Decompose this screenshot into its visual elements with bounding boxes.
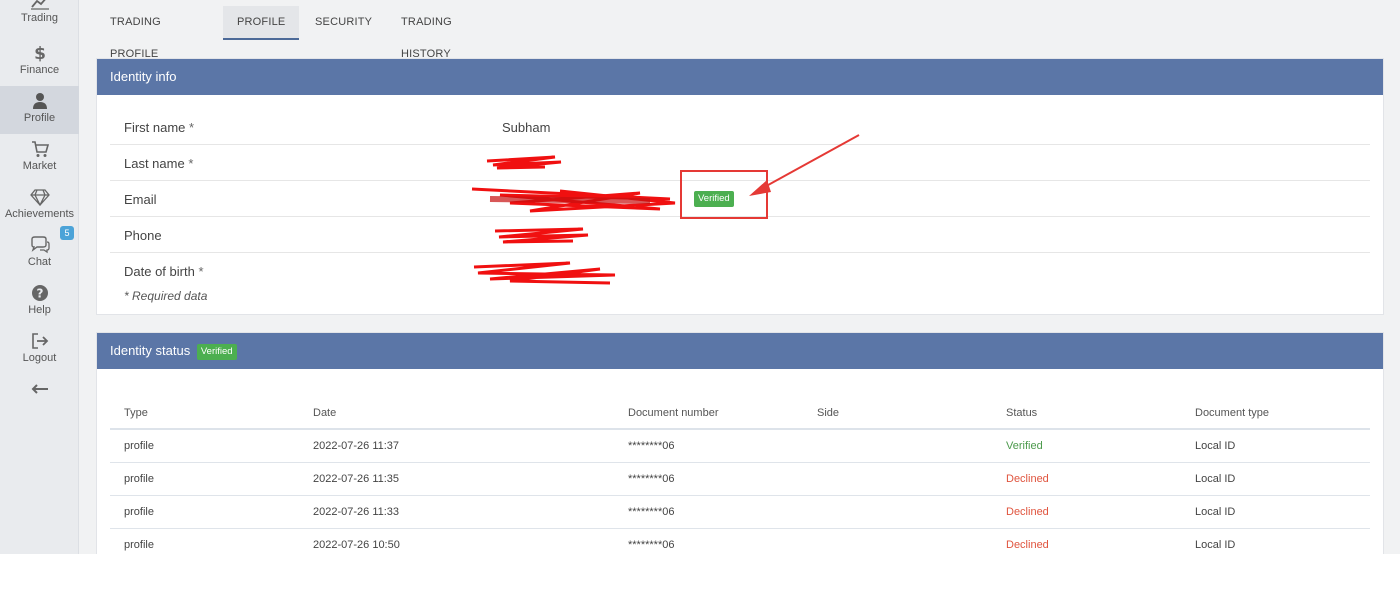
redaction-scribble <box>473 261 616 285</box>
sidebar-collapse-button[interactable] <box>0 378 79 402</box>
tab-profile[interactable]: PROFILE <box>223 6 300 40</box>
cell-date: 2022-07-26 11:37 <box>299 429 614 463</box>
required-marker: * <box>188 156 194 171</box>
svg-text:$: $ <box>34 44 46 62</box>
column-header: Document type <box>1181 397 1370 430</box>
dollar-icon: $ <box>34 44 46 62</box>
cell-type: profile <box>110 528 299 554</box>
table-row: profile 2022-07-26 11:35 ********06 Decl… <box>110 462 1370 496</box>
date-of-birth-label: Date of birth <box>124 264 195 279</box>
help-icon: ? <box>31 285 48 301</box>
sidebar-item-label: Logout <box>22 352 57 364</box>
required-data-note: * Required data <box>124 289 208 303</box>
cell-side <box>803 429 992 463</box>
identity-status-panel: Identity status Verified Type Date Docum… <box>96 332 1384 554</box>
cell-type: profile <box>110 495 299 529</box>
chat-icon <box>30 236 50 254</box>
redaction-scribble <box>486 155 562 170</box>
required-marker: * <box>198 264 204 279</box>
identity-info-title: Identity info <box>110 69 177 84</box>
cell-document-number: ********06 <box>614 495 803 529</box>
identity-status-header: Identity status Verified <box>97 333 1383 369</box>
column-header: Document number <box>614 397 803 430</box>
cell-document-type: Local ID <box>1181 462 1370 496</box>
arrow-left-icon <box>31 384 48 394</box>
sidebar-item-label: Market <box>22 160 57 172</box>
first-name-value: Subham <box>502 120 551 135</box>
table-row: profile 2022-07-26 11:33 ********06 Decl… <box>110 495 1370 529</box>
cell-status: Declined <box>992 462 1181 496</box>
cell-document-number: ********06 <box>614 462 803 496</box>
column-header: Status <box>992 397 1181 430</box>
table-row: profile 2022-07-26 11:37 ********06 Veri… <box>110 429 1370 463</box>
sidebar-item-market[interactable]: Market <box>0 134 79 182</box>
identity-status-badge: Verified <box>196 343 237 360</box>
sidebar-item-finance[interactable]: $ Finance <box>0 38 79 86</box>
user-icon <box>32 93 47 109</box>
info-row-date-of-birth: Date of birth * * Required data <box>110 253 1370 311</box>
sidebar-item-profile[interactable]: Profile <box>0 86 79 134</box>
identity-status-table: Type Date Document number Side Status Do… <box>110 397 1370 554</box>
cell-document-number: ********06 <box>614 429 803 463</box>
app: Trading $ Finance Profile Market Achieve… <box>0 0 1400 554</box>
sidebar-item-trading[interactable]: Trading <box>0 0 79 34</box>
cell-type: profile <box>110 462 299 496</box>
tab-trading-profile[interactable]: TRADING PROFILE <box>96 6 175 60</box>
logout-icon <box>31 333 48 349</box>
cart-icon <box>31 141 49 157</box>
sidebar-item-logout[interactable]: Logout <box>0 326 79 374</box>
tab-trading-history[interactable]: TRADING HISTORY <box>387 6 466 60</box>
cell-side <box>803 528 992 554</box>
column-header: Date <box>299 397 614 430</box>
cell-status: Verified <box>992 429 1181 463</box>
cell-status: Declined <box>992 528 1181 554</box>
cell-document-type: Local ID <box>1181 528 1370 554</box>
info-row-phone: Phone <box>110 217 1370 253</box>
main-content: TRADING PROFILE PROFILE SECURITY TRADING… <box>79 0 1400 554</box>
tab-security[interactable]: SECURITY <box>301 6 386 40</box>
email-label: Email <box>124 192 157 207</box>
phone-label: Phone <box>124 228 162 243</box>
cell-status: Declined <box>992 495 1181 529</box>
cell-side <box>803 462 992 496</box>
identity-info-header: Identity info <box>97 59 1383 95</box>
annotation-arrow <box>749 134 860 196</box>
sidebar-item-label: Trading <box>21 12 58 24</box>
redaction-scribble <box>471 187 676 213</box>
identity-status-title: Identity status <box>110 343 191 358</box>
table-header-row: Type Date Document number Side Status Do… <box>110 397 1370 430</box>
cell-type: profile <box>110 429 299 463</box>
sidebar-item-chat[interactable]: Chat 5 <box>0 226 79 278</box>
sidebar-item-label: Help <box>28 304 51 316</box>
first-name-label: First name <box>124 120 186 135</box>
svg-text:?: ? <box>36 287 43 301</box>
sidebar: Trading $ Finance Profile Market Achieve… <box>0 0 79 554</box>
redaction-scribble <box>494 227 589 244</box>
sidebar-item-help[interactable]: ? Help <box>0 278 79 326</box>
table-row: profile 2022-07-26 10:50 ********06 Decl… <box>110 528 1370 554</box>
diamond-icon <box>29 189 50 206</box>
cell-date: 2022-07-26 11:35 <box>299 462 614 496</box>
cell-side <box>803 495 992 529</box>
cell-document-type: Local ID <box>1181 429 1370 463</box>
sidebar-item-label: Chat <box>27 256 52 268</box>
column-header: Type <box>110 397 299 430</box>
cell-date: 2022-07-26 10:50 <box>299 528 614 554</box>
sidebar-item-label: Finance <box>19 64 60 76</box>
cell-date: 2022-07-26 11:33 <box>299 495 614 529</box>
required-marker: * <box>189 120 195 135</box>
sidebar-item-achievements[interactable]: Achievements <box>0 182 79 230</box>
sidebar-item-label: Achievements <box>4 208 75 220</box>
cell-document-type: Local ID <box>1181 495 1370 529</box>
chat-unread-badge: 5 <box>60 226 74 240</box>
cell-document-number: ********06 <box>614 528 803 554</box>
column-header: Side <box>803 397 992 430</box>
last-name-label: Last name <box>124 156 185 171</box>
sidebar-item-label: Profile <box>23 112 56 124</box>
chart-line-icon <box>30 0 49 10</box>
